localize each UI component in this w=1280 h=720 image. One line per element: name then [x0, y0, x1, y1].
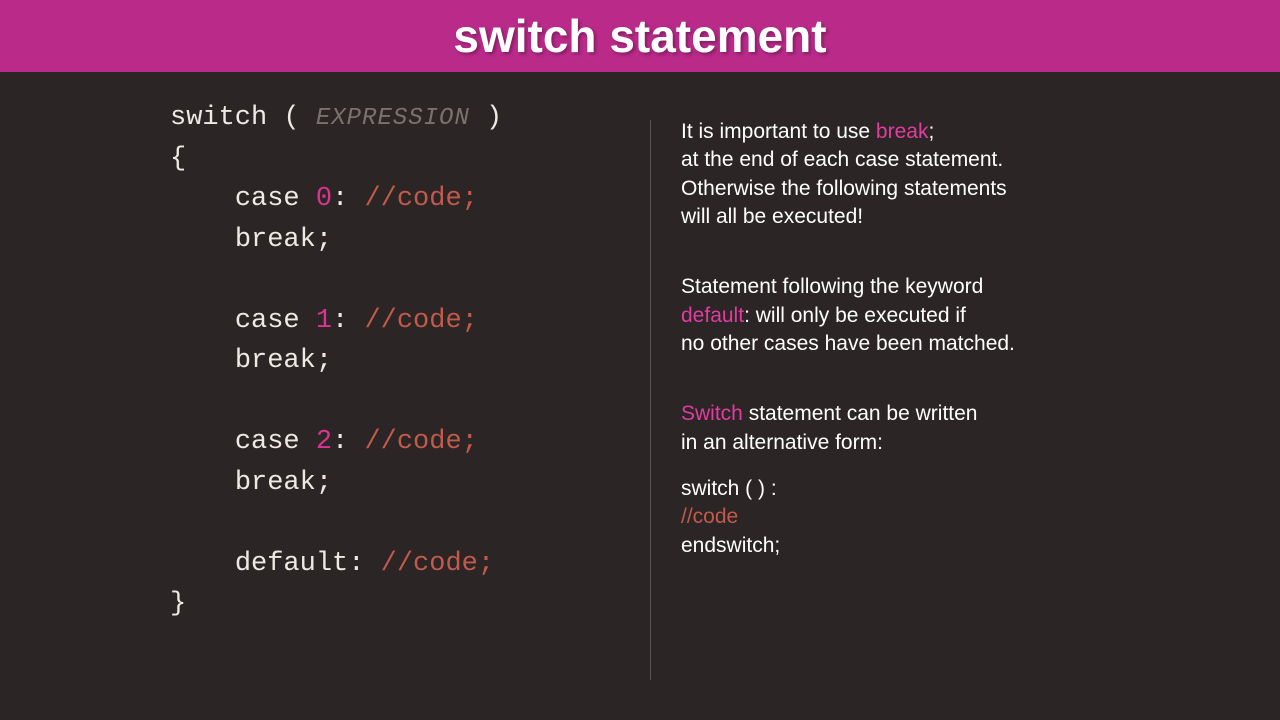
alt-line-2: //code — [681, 505, 738, 528]
text: in an alternative form: — [681, 431, 883, 454]
indent — [170, 468, 235, 498]
brace-open: { — [170, 144, 186, 174]
colon: : — [348, 549, 380, 579]
colon: : — [332, 184, 364, 214]
keyword-default: default — [235, 549, 348, 579]
keyword-break: break; — [235, 468, 332, 498]
indent — [170, 225, 235, 255]
text: : will only be executed if — [744, 304, 966, 327]
text: no other cases have been matched. — [681, 332, 1015, 355]
indent — [170, 427, 235, 457]
keyword-case: case — [235, 184, 300, 214]
brace-close: } — [170, 589, 186, 619]
case-comment-2: //code; — [364, 427, 477, 457]
case-value-2: 2 — [316, 427, 332, 457]
text: will all be executed! — [681, 205, 863, 228]
info-paragraph-2: Statement following the keyword default:… — [681, 273, 1200, 358]
alt-line-1: switch ( ) : — [681, 477, 777, 500]
alt-form-block: switch ( ) : //code endswitch; — [681, 475, 1200, 560]
case-comment-0: //code; — [364, 184, 477, 214]
keyword-switch: switch — [170, 103, 267, 133]
colon: : — [332, 306, 364, 336]
highlight-switch: Switch — [681, 402, 743, 425]
info-paragraph-1: It is important to use break; at the end… — [681, 118, 1200, 231]
case-comment-1: //code; — [364, 306, 477, 336]
code-block: switch ( EXPRESSION ) { case 0: //code; … — [170, 98, 640, 625]
indent — [170, 306, 235, 336]
paren-open: ( — [267, 103, 316, 133]
content-area: switch ( EXPRESSION ) { case 0: //code; … — [0, 72, 1280, 720]
info-pane: It is important to use break; at the end… — [681, 92, 1230, 720]
keyword-break: break; — [235, 225, 332, 255]
expression-placeholder: EXPRESSION — [316, 105, 470, 132]
text: It is important to use — [681, 120, 876, 143]
text: statement can be written — [743, 402, 978, 425]
highlight-break: break — [876, 120, 929, 143]
case-value-1: 1 — [316, 306, 332, 336]
code-pane: switch ( EXPRESSION ) { case 0: //code; … — [170, 92, 640, 720]
indent — [170, 184, 235, 214]
keyword-case: case — [235, 427, 300, 457]
paren-close: ) — [470, 103, 502, 133]
case-value-0: 0 — [316, 184, 332, 214]
header-bar: switch statement — [0, 0, 1280, 72]
vertical-divider — [650, 120, 651, 680]
text: at the end of each case statement. — [681, 148, 1003, 171]
page-title: switch statement — [453, 9, 826, 63]
alt-line-3: endswitch; — [681, 534, 780, 557]
info-paragraph-3: Switch statement can be written in an al… — [681, 400, 1200, 560]
keyword-break: break; — [235, 346, 332, 376]
text: Statement following the keyword — [681, 275, 983, 298]
text: ; — [928, 120, 934, 143]
highlight-default: default — [681, 304, 744, 327]
indent — [170, 549, 235, 579]
default-comment: //code; — [381, 549, 494, 579]
indent — [170, 346, 235, 376]
text: Otherwise the following statements — [681, 177, 1007, 200]
colon: : — [332, 427, 364, 457]
keyword-case: case — [235, 306, 300, 336]
